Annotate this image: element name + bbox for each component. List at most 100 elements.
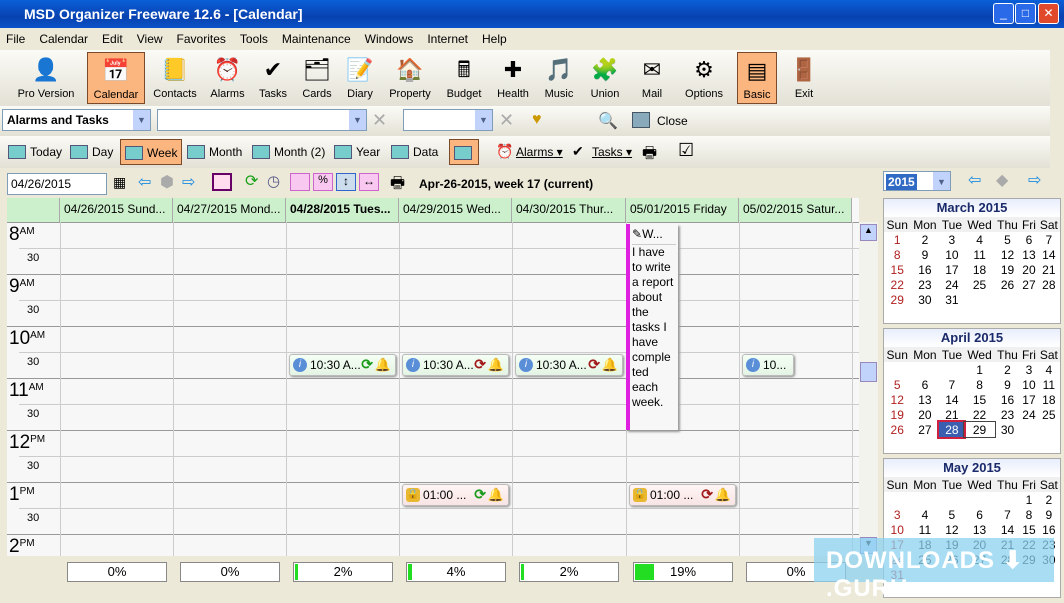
day-cell[interactable]: 17 [939,262,964,277]
toolbar-health-button[interactable]: ✚ Health [490,52,536,104]
maximize-button[interactable]: □ [1015,3,1036,24]
day-cell[interactable]: 1 [964,362,994,377]
filter-select[interactable]: ▼ [157,109,367,131]
calendar-event[interactable]: i 10:30 A... ⟳ 🔔 [402,354,509,376]
day-cell[interactable]: 13 [964,522,994,537]
day-cell[interactable]: 8 [964,377,994,392]
day-cell[interactable]: 7 [1038,232,1060,247]
day-cell[interactable]: 20 [1020,262,1037,277]
percent-icon[interactable]: % [313,173,333,191]
toolbar-alarms-button[interactable]: ⏰ Alarms [205,52,250,104]
next-arrow-icon[interactable]: ⇨ [182,172,195,192]
toolbar-diary-button[interactable]: 📝 Diary [340,52,380,104]
view-month2-button[interactable]: Month (2) [248,139,329,165]
day-cell[interactable]: 25 [1038,407,1060,422]
day-cell[interactable]: 5 [884,377,910,392]
day-cell[interactable]: 15 [1020,522,1037,537]
day-cell[interactable]: 8 [1020,507,1037,522]
search-icon[interactable]: 🔍 [598,111,618,131]
close-button[interactable]: ✕ [1038,3,1059,24]
day-cell[interactable]: 5 [995,232,1021,247]
toolbar-pro-version-button[interactable]: 👤 Pro Version [10,52,82,104]
day-cell[interactable]: 6 [910,377,939,392]
toolbar-mail-button[interactable]: ✉ Mail [630,52,674,104]
date-input[interactable]: 04/26/2015 [7,173,107,195]
print-icon[interactable]: 🖶 [642,142,657,169]
day-cell[interactable]: 11 [1038,377,1060,392]
refresh-icon[interactable]: ⟳ [245,171,258,191]
toolbar-basic-button[interactable]: ▤ Basic [737,52,777,104]
toolbar-exit-button[interactable]: 🚪 Exit [785,52,823,104]
day-header[interactable]: 05/01/2015 Friday [626,198,739,222]
day-cell[interactable]: 11 [964,247,994,262]
calendar-event[interactable]: i 10:30 A... ⟳ 🔔 [289,354,396,376]
menu-internet[interactable]: Internet [427,32,468,46]
close-view-button[interactable]: Close [657,114,688,128]
day-cell[interactable]: 13 [1020,247,1037,262]
day-cell[interactable]: 25 [964,277,994,292]
day-header[interactable]: 04/27/2015 Mond... [173,198,286,222]
day-cell[interactable]: 3 [1020,362,1037,377]
day-cell[interactable]: 14 [1038,247,1060,262]
single-view-icon[interactable] [212,173,232,191]
day-cell[interactable]: 12 [939,522,964,537]
toolbar-music-button[interactable]: 🎵 Music [537,52,581,104]
minimize-button[interactable]: _ [993,3,1014,24]
day-cell[interactable]: 21 [1038,262,1060,277]
menu-edit[interactable]: Edit [102,32,123,46]
calendar-event[interactable]: 🔒 01:00 ... ⟳ 🔔 [402,484,509,506]
calendar-event[interactable]: 🔒 01:00 ... ⟳ 🔔 [629,484,736,506]
day-cell[interactable]: 11 [910,522,939,537]
goto-date-button[interactable] [449,139,479,165]
day-cell[interactable]: 20 [910,407,939,422]
calendar-picker-icon[interactable]: ▦ [113,174,126,191]
day-cell[interactable]: 2 [995,362,1021,377]
day-cell[interactable]: 8 [884,247,910,262]
day-cell[interactable]: 14 [939,392,964,407]
prev-arrow-icon[interactable]: ⇦ [138,172,151,192]
day-cell[interactable]: 15 [884,262,910,277]
filter-select-2[interactable]: ▼ [403,109,493,131]
vertical-scrollbar[interactable]: ▲ ▼ [859,222,878,556]
day-cell[interactable]: 10 [939,247,964,262]
day-cell[interactable]: 28 [937,420,967,439]
day-cell[interactable]: 2 [1038,492,1060,507]
day-cell[interactable]: 3 [884,507,910,522]
category-select[interactable]: Alarms and Tasks ▼ [2,109,151,131]
day-cell[interactable]: 16 [995,392,1021,407]
menu-maintenance[interactable]: Maintenance [282,32,351,46]
view-year-button[interactable]: Year [330,139,384,165]
day-cell[interactable]: 7 [995,507,1021,522]
clear-icon-2[interactable]: ✕ [499,110,514,131]
day-cell[interactable]: 6 [964,507,994,522]
day-cell[interactable]: 1 [1020,492,1037,507]
day-cell[interactable]: 30 [910,292,939,307]
toolbar-budget-button[interactable]: 🖩 Budget [440,52,488,104]
view-month-button[interactable]: Month [183,139,246,165]
day-cell[interactable]: 6 [1020,232,1037,247]
day-cell[interactable]: 16 [910,262,939,277]
day-cell[interactable]: 9 [995,377,1021,392]
day-cell[interactable]: 23 [910,277,939,292]
print-icon[interactable]: 🖶 [390,172,405,199]
toolbar-contacts-button[interactable]: 📒 Contacts [148,52,202,104]
menu-calendar[interactable]: Calendar [39,32,88,46]
menu-windows[interactable]: Windows [365,32,414,46]
day-cell[interactable]: 9 [910,247,939,262]
calendar-event[interactable]: i 10... [742,354,794,376]
day-header[interactable]: 04/26/2015 Sund... [60,198,173,222]
day-header[interactable]: 04/30/2015 Thur... [512,198,626,222]
menu-view[interactable]: View [137,32,163,46]
day-cell[interactable]: 12 [995,247,1021,262]
day-cell[interactable]: 22 [964,407,994,422]
menu-favorites[interactable]: Favorites [177,32,226,46]
day-cell[interactable]: 26 [995,277,1021,292]
calendar-event[interactable]: i 10:30 A... ⟳ 🔔 [515,354,623,376]
day-cell[interactable]: 29 [884,292,910,307]
day-cell[interactable]: 5 [939,507,964,522]
day-cell[interactable]: 17 [1020,392,1037,407]
day-cell[interactable]: 26 [884,422,910,437]
favorites-icon[interactable]: ♥ [532,111,542,129]
view-data-button[interactable]: Data [387,139,442,165]
home-icon[interactable]: ⬢ [160,172,174,192]
